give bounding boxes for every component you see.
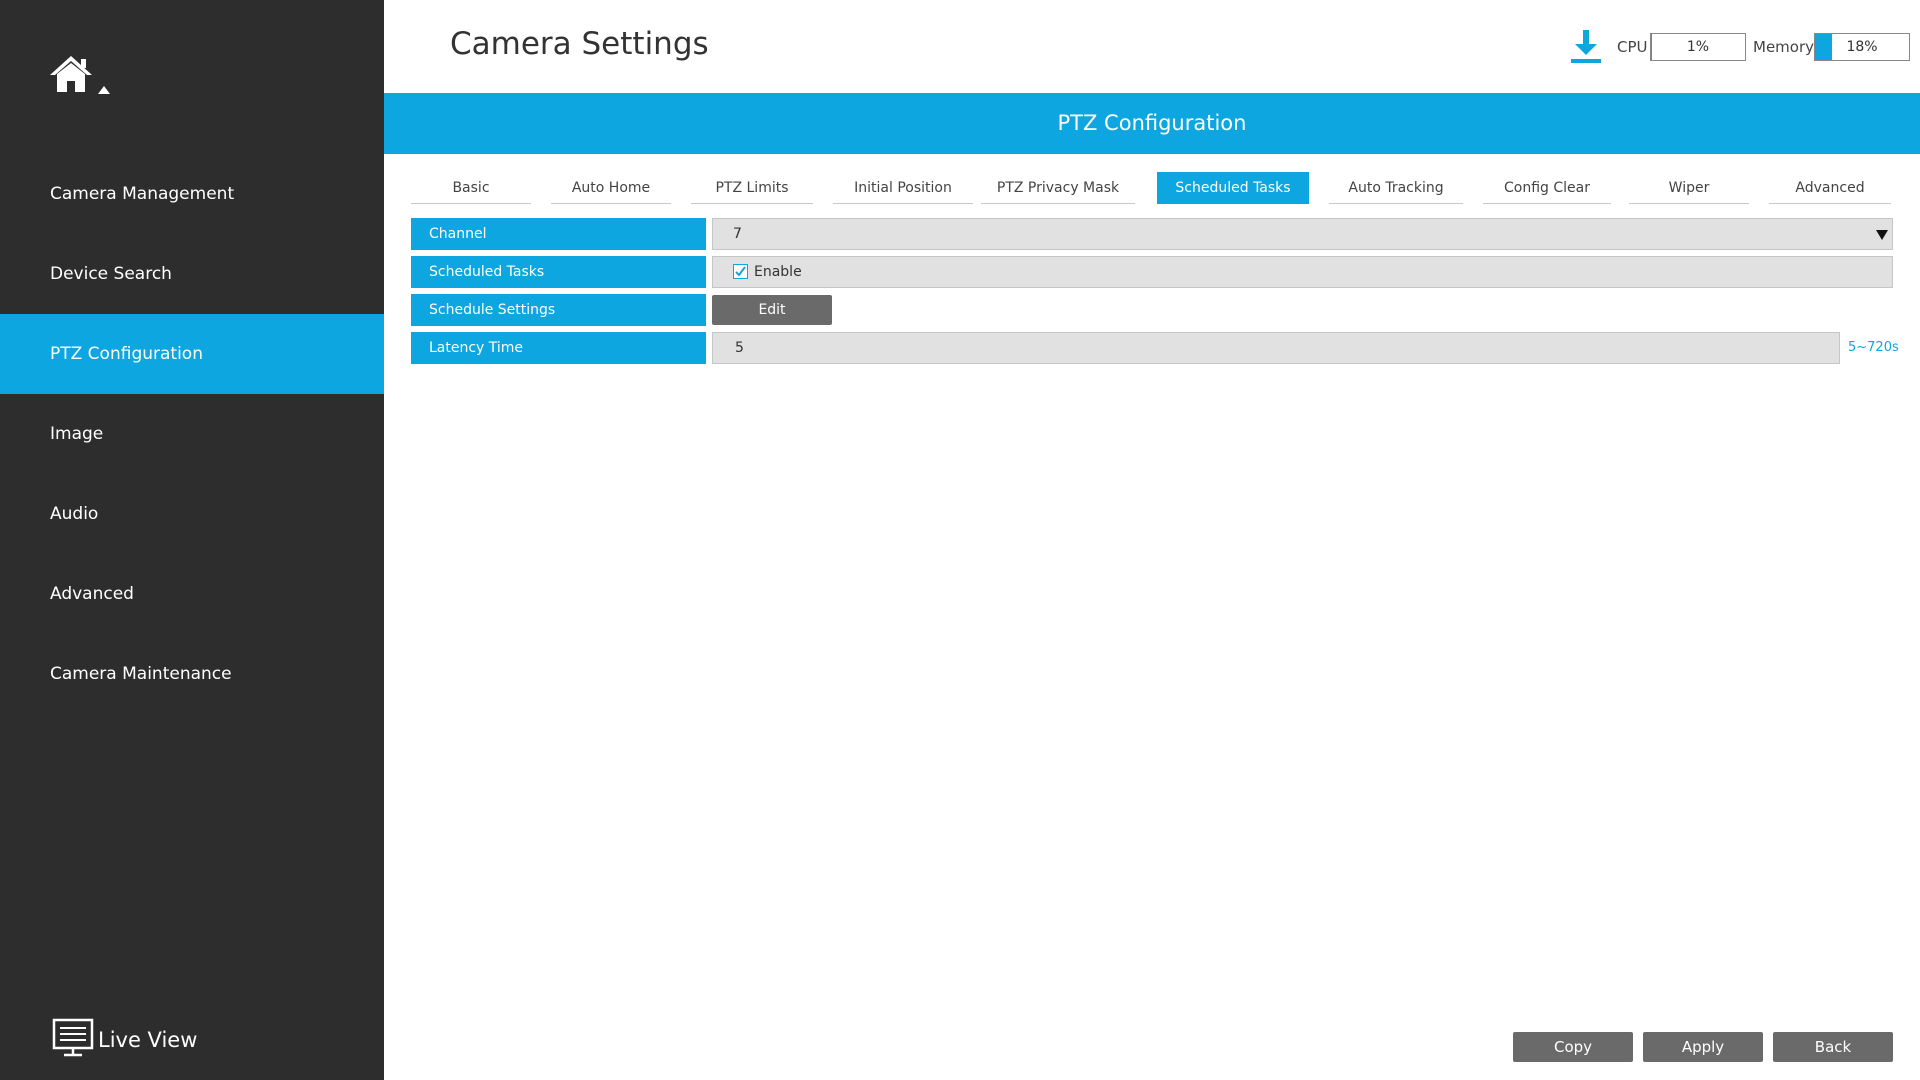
channel-label: Channel	[411, 218, 706, 250]
tab-ptz-limits[interactable]: PTZ Limits	[691, 172, 813, 204]
copy-button[interactable]: Copy	[1513, 1032, 1633, 1062]
tab-bar: Basic Auto Home PTZ Limits Initial Posit…	[411, 172, 1893, 204]
cpu-usage-value: 1%	[1686, 39, 1710, 55]
tab-ptz-privacy-mask[interactable]: PTZ Privacy Mask	[981, 172, 1135, 204]
cpu-usage-meter: 1%	[1650, 33, 1746, 61]
memory-label: Memory	[1753, 38, 1815, 56]
schedule-settings-label: Schedule Settings	[411, 294, 706, 326]
home-button[interactable]	[48, 54, 118, 102]
enable-label: Enable	[754, 264, 802, 280]
memory-usage-value: 18%	[1846, 39, 1878, 55]
sidebar-item-image[interactable]: Image	[0, 394, 384, 474]
sidebar: Camera Management Device Search PTZ Conf…	[0, 0, 384, 1080]
tab-scheduled-tasks[interactable]: Scheduled Tasks	[1157, 172, 1309, 204]
latency-range-hint: 5~720s	[1848, 340, 1899, 355]
back-button[interactable]: Back	[1773, 1032, 1893, 1062]
sidebar-item-camera-maintenance[interactable]: Camera Maintenance	[0, 634, 384, 714]
tab-advanced[interactable]: Advanced	[1769, 172, 1891, 204]
live-view-button[interactable]: Live View	[52, 1018, 198, 1063]
scheduled-tasks-label: Scheduled Tasks	[411, 256, 706, 288]
latency-time-input[interactable]: 5	[712, 332, 1840, 364]
cpu-label: CPU	[1617, 38, 1648, 56]
latency-time-value: 5	[735, 340, 744, 356]
channel-value: 7	[733, 226, 742, 242]
sidebar-item-advanced[interactable]: Advanced	[0, 554, 384, 634]
tab-config-clear[interactable]: Config Clear	[1483, 172, 1611, 204]
page-title: Camera Settings	[450, 26, 709, 62]
latency-time-label: Latency Time	[411, 332, 706, 364]
edit-schedule-button[interactable]: Edit	[712, 295, 832, 325]
caret-up-icon	[98, 86, 110, 94]
scheduled-tasks-field: Enable	[712, 256, 1893, 288]
tab-auto-home[interactable]: Auto Home	[551, 172, 671, 204]
tab-basic[interactable]: Basic	[411, 172, 531, 204]
memory-usage-meter: 18%	[1814, 33, 1910, 61]
monitor-icon	[52, 1018, 98, 1063]
sidebar-nav: Camera Management Device Search PTZ Conf…	[0, 154, 384, 714]
enable-checkbox[interactable]	[733, 263, 748, 279]
sidebar-item-device-search[interactable]: Device Search	[0, 234, 384, 314]
section-banner: PTZ Configuration	[384, 93, 1920, 154]
tab-wiper[interactable]: Wiper	[1629, 172, 1749, 204]
sidebar-item-ptz-configuration[interactable]: PTZ Configuration	[0, 314, 384, 394]
checkmark-icon	[735, 265, 746, 277]
download-icon[interactable]	[1568, 28, 1604, 64]
tab-auto-tracking[interactable]: Auto Tracking	[1329, 172, 1463, 204]
cpu-usage-fill	[1651, 34, 1652, 60]
memory-usage-fill	[1815, 34, 1832, 60]
channel-select[interactable]: 7	[712, 218, 1893, 250]
tab-initial-position[interactable]: Initial Position	[833, 172, 973, 204]
apply-button[interactable]: Apply	[1643, 1032, 1763, 1062]
sidebar-item-camera-management[interactable]: Camera Management	[0, 154, 384, 234]
live-view-label: Live View	[98, 1028, 198, 1052]
sidebar-item-audio[interactable]: Audio	[0, 474, 384, 554]
dropdown-arrow-icon	[1876, 230, 1888, 240]
